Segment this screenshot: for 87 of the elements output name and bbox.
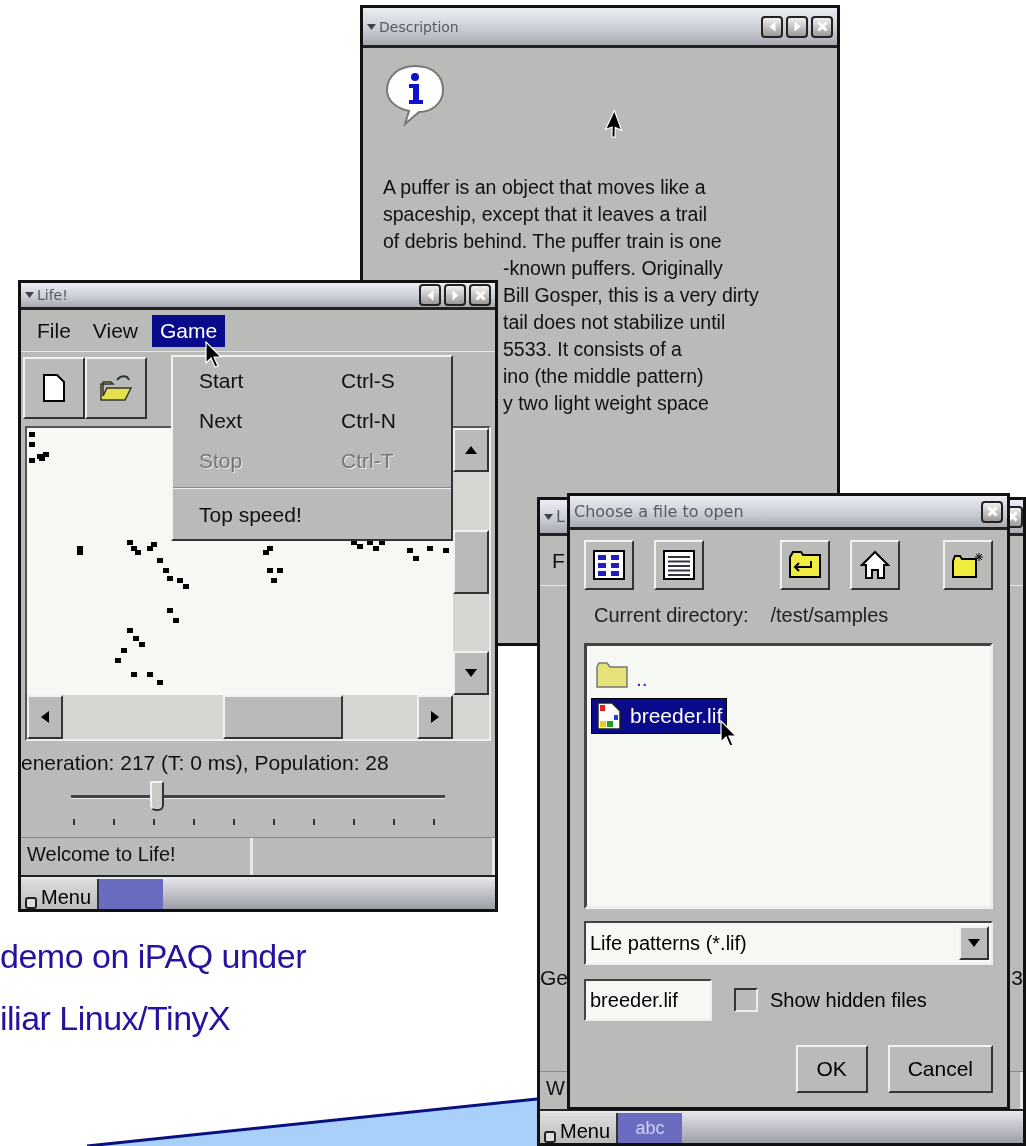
scroll-down-button[interactable]	[453, 651, 489, 695]
window-title: Life!	[37, 287, 68, 303]
home-button[interactable]	[850, 540, 900, 590]
scroll-left-button[interactable]	[27, 695, 63, 739]
window-title: Description	[379, 18, 459, 35]
menu-title[interactable]: File	[29, 314, 79, 347]
menu-icon	[544, 1131, 556, 1143]
menu-title[interactable]: View	[84, 314, 146, 347]
description-text: A puffer is an object that moves like a	[383, 175, 706, 200]
open-file-button[interactable]	[85, 357, 147, 419]
checkbox-label: Show hidden files	[770, 988, 927, 1012]
menu-icon	[25, 897, 37, 909]
description-text: y two light weight space	[503, 391, 709, 416]
directory-label: Current directory:	[594, 604, 749, 627]
description-text: ino (the middle pattern)	[503, 364, 704, 389]
up-triangle-icon	[465, 446, 477, 454]
dialog-title: Choose a file to open	[574, 502, 744, 521]
next-window-button[interactable]	[786, 15, 808, 38]
folder-icon	[596, 662, 628, 688]
dialog-button[interactable]: Cancel	[887, 1045, 993, 1093]
checkbox[interactable]	[734, 988, 758, 1012]
generation-status-text: eneration: 217 (T: 0 ms), Population: 28	[21, 750, 390, 775]
close-icon	[474, 289, 486, 301]
next-window-button[interactable]	[444, 284, 466, 306]
left-triangle-icon	[41, 711, 49, 723]
list-view-button[interactable]	[654, 540, 704, 590]
taskbar-menu-button[interactable]: Menu	[21, 879, 100, 909]
right-triangle-icon	[791, 21, 803, 32]
taskbar-menu-button[interactable]: Menu	[540, 1113, 619, 1143]
description-text: Bill Gosper, this is a very dirty	[503, 283, 759, 308]
close-button[interactable]	[469, 284, 491, 306]
left-triangle-icon	[766, 21, 778, 32]
scroll-right-button[interactable]	[417, 695, 453, 739]
right-triangle-icon	[449, 289, 461, 301]
directory-path: /test/samples	[770, 604, 889, 627]
new-folder-icon	[952, 551, 984, 579]
description-text: -known puffers. Originally	[503, 256, 723, 281]
scrollbar-thumb[interactable]	[453, 529, 489, 594]
new-file-icon	[43, 374, 65, 402]
scrollbar-thumb[interactable]	[223, 695, 343, 739]
menu-item[interactable]: Start Ctrl-S	[173, 361, 451, 401]
window-title: L	[556, 507, 565, 526]
slide-caption: iliar Linux/TinyX	[0, 998, 232, 1039]
list-icon	[663, 550, 695, 580]
left-triangle-icon	[424, 289, 436, 301]
description-text: spaceship, except that it leaves a trail	[383, 202, 708, 227]
description-text: of debris behind. The puffer train is one	[383, 229, 722, 254]
file-item[interactable]: ..	[591, 656, 653, 694]
file-item[interactable]: breeder.lif	[591, 698, 728, 734]
window-menu-icon[interactable]	[544, 513, 553, 520]
menu-title[interactable]: Game	[152, 314, 226, 347]
window-menu-icon[interactable]	[367, 23, 376, 30]
file-type-dropdown[interactable]: Life patterns (*.lif)	[584, 921, 993, 965]
generation-status-text: 3	[1011, 966, 1023, 990]
filename-input[interactable]: breeder.lif	[584, 979, 712, 1021]
menu-title[interactable]: F	[552, 544, 565, 577]
dialog-button[interactable]: OK	[795, 1045, 868, 1093]
slide-caption: demo on iPAQ under	[0, 936, 306, 977]
description-text: 5533. It consists of a	[503, 337, 682, 362]
previous-window-button[interactable]	[761, 15, 783, 38]
slider-thumb[interactable]	[150, 781, 164, 811]
parent-folder-button[interactable]	[780, 540, 830, 590]
folder-up-icon	[789, 551, 821, 579]
scroll-up-button[interactable]	[453, 428, 489, 472]
mouse-pointer-icon	[205, 341, 225, 369]
cell-pattern-drawing	[29, 432, 49, 463]
close-button[interactable]	[981, 500, 1003, 523]
caret-icon	[968, 939, 980, 947]
new-file-button[interactable]	[23, 357, 85, 419]
close-icon	[816, 21, 828, 32]
new-folder-button[interactable]	[943, 540, 993, 590]
window-menu-icon[interactable]	[25, 292, 34, 298]
file-icon	[596, 701, 622, 731]
icon-grid-icon	[593, 550, 625, 580]
down-triangle-icon	[465, 669, 477, 677]
generation-status-text: Ge	[540, 966, 568, 990]
close-icon	[986, 506, 998, 517]
close-button[interactable]	[811, 15, 833, 38]
right-triangle-icon	[431, 711, 439, 723]
menu-item[interactable]: Top speed!	[173, 495, 451, 535]
menu-item[interactable]: Next Ctrl-N	[173, 401, 451, 441]
description-text: tail does not stabilize until	[503, 310, 726, 335]
info-icon	[383, 62, 447, 126]
home-icon	[860, 550, 890, 580]
open-folder-icon	[99, 374, 133, 402]
previous-window-button[interactable]	[419, 284, 441, 306]
icon-view-button[interactable]	[584, 540, 634, 590]
